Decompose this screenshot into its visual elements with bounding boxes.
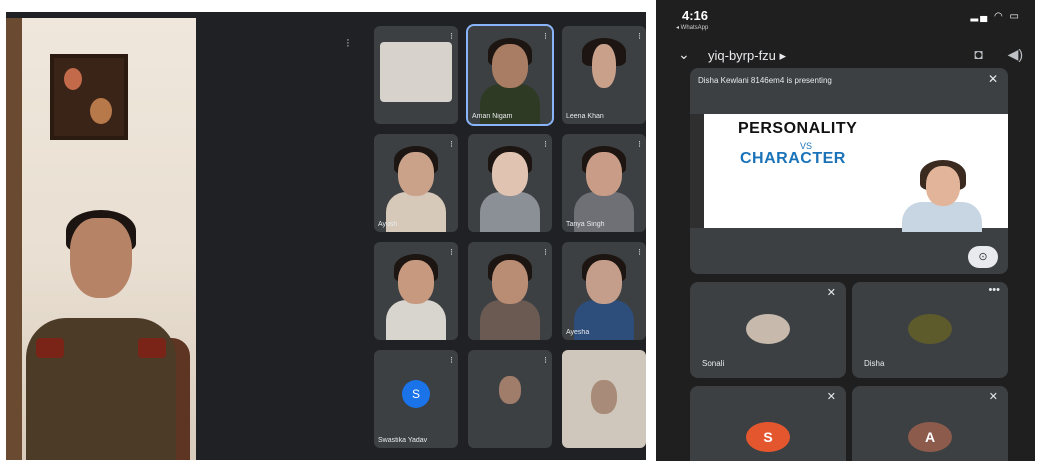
- mic-icon: ⁝: [450, 355, 453, 365]
- desktop-meeting-view: ⁝ ⁝ ⁝ Aman Nigam ⁝ Leena Khan ⁝ Ayush ⁝ …: [6, 12, 646, 460]
- background-door: [6, 18, 22, 460]
- participant-torso: [480, 192, 540, 232]
- participant-face: [492, 260, 528, 304]
- participant-face: [492, 152, 528, 196]
- more-options-icon[interactable]: •••: [988, 284, 1000, 296]
- participant-tile-disha[interactable]: ••• Disha: [852, 282, 1008, 378]
- mic-icon: ⁝: [544, 31, 547, 41]
- participant-avatar: S: [402, 380, 430, 408]
- participant-face: [398, 260, 434, 304]
- participant-name: Tanya Singh: [566, 221, 605, 228]
- mic-icon: ⁝: [450, 31, 453, 41]
- participant-tile-sonali[interactable]: ✕ Sonali: [690, 282, 846, 378]
- screenshot-root: ⁝ ⁝ ⁝ Aman Nigam ⁝ Leena Khan ⁝ Ayush ⁝ …: [0, 0, 1037, 461]
- participant-face: [586, 260, 622, 304]
- mic-icon: ⁝: [450, 247, 453, 257]
- participant-face: [499, 376, 521, 404]
- speaker-face: [70, 218, 132, 298]
- switch-camera-icon[interactable]: ◘: [975, 46, 983, 62]
- meeting-code[interactable]: yiq-byrp-fzu ▸: [708, 48, 786, 64]
- pin-icon[interactable]: ⊙: [968, 246, 998, 268]
- slide-title-personality: PERSONALITY: [738, 120, 858, 137]
- participant-torso: [386, 300, 446, 340]
- participant-face: [591, 380, 617, 414]
- wall-painting: [50, 54, 128, 140]
- status-time: 4:16: [682, 8, 709, 23]
- participant-tile[interactable]: ⁝: [468, 350, 552, 448]
- participant-tile[interactable]: ✕ S: [690, 386, 846, 461]
- pin-icon[interactable]: ⁝: [346, 36, 350, 50]
- mic-icon: ⁝: [638, 31, 641, 41]
- participant-tile[interactable]: ✕ A: [852, 386, 1008, 461]
- participant-tile-active[interactable]: ⁝ Aman Nigam: [466, 24, 554, 126]
- participant-tile[interactable]: ⁝: [468, 134, 552, 232]
- left-epaulette: [36, 338, 64, 358]
- mic-off-icon: ✕: [826, 287, 836, 299]
- presenting-label: Disha Kewlani 8146em4 is presenting: [698, 76, 832, 85]
- mic-icon: ⁝: [638, 139, 641, 149]
- slide-woman-face: [926, 166, 960, 206]
- participant-name: Aman Nigam: [472, 113, 513, 120]
- speaker-icon[interactable]: ◀): [1008, 46, 1023, 63]
- participant-face: [592, 44, 616, 88]
- shared-slide: PERSONALITY VS CHARACTER: [690, 114, 1008, 232]
- participant-tile[interactable]: ⁝ Ayush: [374, 134, 458, 232]
- participant-tile[interactable]: S ⁝ Swastika Yadav: [374, 350, 458, 448]
- mic-off-icon: ✕: [826, 391, 836, 403]
- mic-icon: ⁝: [544, 355, 547, 365]
- participant-name: Ayesha: [566, 329, 590, 336]
- participant-face: [492, 44, 528, 88]
- participant-name: Sonali: [702, 359, 725, 368]
- participant-torso: [480, 300, 540, 340]
- mic-icon: ⁝: [450, 139, 453, 149]
- participant-tile[interactable]: ⁝: [468, 242, 552, 340]
- right-epaulette: [138, 338, 166, 358]
- participant-tile[interactable]: ⁝ Tanya Singh: [562, 134, 646, 232]
- participant-photo: [908, 314, 952, 344]
- status-icons: ▂▄ ◠ ▭: [970, 11, 1021, 22]
- participant-video: [380, 42, 452, 102]
- phone-meeting-view: 4:16 ◂ WhatsApp ▂▄ ◠ ▭ ⌄ yiq-byrp-fzu ▸ …: [656, 0, 1035, 461]
- main-speaker-video[interactable]: [6, 18, 196, 460]
- status-back-app[interactable]: ◂ WhatsApp: [676, 24, 708, 31]
- participant-tile[interactable]: ⁝ Ayesha: [562, 242, 646, 340]
- mic-icon: ⁝: [638, 247, 641, 257]
- participant-name: Swastika Yadav: [378, 437, 428, 444]
- slide-left-bar: [690, 114, 704, 228]
- chevron-down-icon[interactable]: ⌄: [678, 46, 690, 63]
- mic-icon: ⁝: [544, 139, 547, 149]
- participant-tile[interactable]: [562, 350, 646, 448]
- participant-tile[interactable]: ⁝: [374, 26, 458, 124]
- participant-name: Disha: [864, 359, 885, 368]
- participant-name: Leena Khan: [566, 113, 604, 120]
- participant-tile[interactable]: ⁝ Leena Khan: [562, 26, 646, 124]
- participant-face: [398, 152, 434, 196]
- slide-woman-body: [902, 202, 982, 232]
- presentation-tile[interactable]: Disha Kewlani 8146em4 is presenting ✕ PE…: [690, 68, 1008, 274]
- mic-off-icon: ✕: [988, 391, 998, 403]
- participant-tile[interactable]: ⁝: [374, 242, 458, 340]
- participant-face: [586, 152, 622, 196]
- participant-avatar: A: [908, 422, 952, 452]
- participant-grid: ⁝ ⁝ Aman Nigam ⁝ Leena Khan ⁝ Ayush ⁝ ⁝ …: [374, 24, 646, 454]
- mic-off-icon: ✕: [987, 72, 998, 86]
- participant-avatar: S: [746, 422, 790, 452]
- slide-title-character: CHARACTER: [740, 150, 846, 167]
- mic-icon: ⁝: [544, 247, 547, 257]
- participant-photo: [746, 314, 790, 344]
- participant-name: Ayush: [378, 221, 398, 228]
